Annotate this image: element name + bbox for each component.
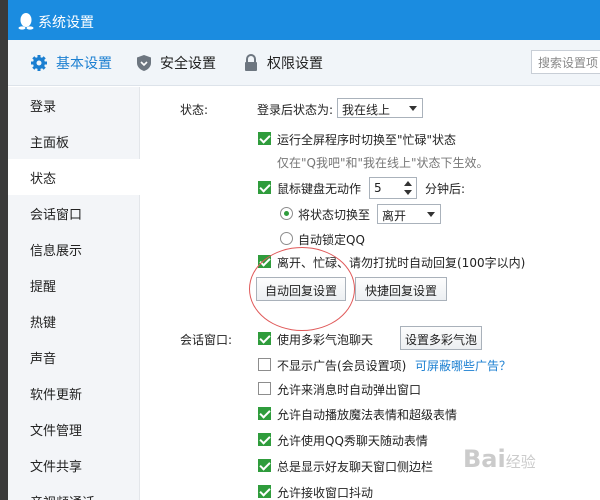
bubble-label: 使用多彩气泡聊天 bbox=[277, 333, 374, 347]
sidebar-always-label: 总是显示好友聊天窗口侧边栏 bbox=[277, 460, 434, 474]
stepper-up-icon[interactable] bbox=[404, 181, 412, 186]
sidebar-item-file-management[interactable]: 文件管理 bbox=[8, 411, 140, 447]
tab-label: 安全设置 bbox=[160, 56, 216, 72]
sidebar-item-login[interactable]: 登录 bbox=[8, 87, 140, 123]
watermark-brand: Bai bbox=[463, 445, 506, 473]
title-bar: 系统设置 bbox=[8, 0, 600, 40]
idle-minutes-stepper[interactable]: 5 bbox=[369, 177, 417, 199]
shake-checkbox[interactable] bbox=[258, 485, 271, 498]
no-ads-label: 不显示广告(会员设置项) bbox=[277, 359, 407, 373]
watermark-suffix: 经验 bbox=[505, 453, 536, 471]
tab-bar: 基本设置 安全设置 权限设置 搜索设置项 bbox=[8, 40, 600, 86]
sidebar-item-reminders[interactable]: 提醒 bbox=[8, 267, 140, 303]
ads-link[interactable]: 可屏蔽哪些广告？ bbox=[415, 357, 511, 374]
shield-icon bbox=[137, 55, 151, 71]
gear-icon bbox=[31, 55, 47, 71]
chevron-down-icon bbox=[427, 212, 435, 217]
window-title: 系统设置 bbox=[38, 15, 94, 31]
chat-section-label: 会话窗口: bbox=[180, 333, 233, 347]
qq-show-checkbox[interactable] bbox=[258, 433, 271, 446]
fullscreen-busy-checkbox[interactable] bbox=[258, 132, 271, 145]
status-section-label: 状态: bbox=[180, 103, 209, 117]
idle-minutes-suffix: 分钟后: bbox=[425, 182, 466, 196]
magic-emoji-label: 允许自动播放魔法表情和超级表情 bbox=[277, 408, 458, 422]
login-status-select[interactable]: 我在线上 bbox=[337, 98, 423, 118]
switch-status-label: 将状态切换至 bbox=[298, 208, 371, 222]
highlight-ring bbox=[249, 247, 355, 331]
sidebar-item-chat-window[interactable]: 会话窗口 bbox=[8, 195, 140, 231]
sidebar-item-status[interactable]: 状态 bbox=[8, 159, 140, 195]
auto-lock-radio[interactable] bbox=[280, 232, 293, 245]
switch-status-radio[interactable] bbox=[280, 207, 293, 220]
magic-emoji-checkbox[interactable] bbox=[258, 407, 271, 420]
idle-label: 鼠标键盘无动作 bbox=[277, 182, 362, 196]
chevron-down-icon bbox=[409, 106, 417, 111]
lock-icon bbox=[245, 54, 257, 71]
settings-window: 系统设置 基本设置 安全设置 权限设置 搜索设置项 登录 主面板 状态 会话窗口… bbox=[8, 0, 600, 500]
bubble-settings-button[interactable]: 设置多彩气泡 bbox=[400, 326, 482, 350]
shake-label: 允许接收窗口抖动 bbox=[277, 486, 374, 500]
tab-label: 基本设置 bbox=[56, 56, 112, 72]
sidebar: 登录 主面板 状态 会话窗口 信息展示 提醒 热键 声音 软件更新 文件管理 文… bbox=[8, 87, 140, 500]
tab-label: 权限设置 bbox=[267, 56, 323, 72]
popup-window-checkbox[interactable] bbox=[258, 382, 271, 395]
sidebar-item-sound[interactable]: 声音 bbox=[8, 339, 140, 375]
sidebar-always-checkbox[interactable] bbox=[258, 459, 271, 472]
stepper-down-icon[interactable] bbox=[404, 190, 412, 195]
login-status-value: 我在线上 bbox=[342, 103, 391, 117]
auto-lock-label: 自动锁定QQ bbox=[298, 233, 365, 247]
idle-minutes-value: 5 bbox=[374, 181, 382, 195]
sidebar-item-info-display[interactable]: 信息展示 bbox=[8, 231, 140, 267]
idle-checkbox[interactable] bbox=[258, 181, 271, 194]
sidebar-item-av-call[interactable]: 音视频通话 bbox=[8, 483, 140, 500]
switch-status-value: 离开 bbox=[382, 209, 407, 223]
tab-security-settings[interactable]: 安全设置 bbox=[136, 40, 216, 86]
search-input[interactable]: 搜索设置项 bbox=[531, 50, 600, 74]
fullscreen-busy-hint: 仅在"Q我吧"和"我在线上"状态下生效。 bbox=[277, 156, 489, 170]
qq-show-label: 允许使用QQ秀聊天随动表情 bbox=[277, 434, 428, 448]
popup-window-label: 允许来消息时自动弹出窗口 bbox=[277, 383, 422, 397]
sidebar-item-main-panel[interactable]: 主面板 bbox=[8, 123, 140, 159]
baidu-watermark: Bai经验 bbox=[463, 445, 536, 473]
tab-basic-settings[interactable]: 基本设置 bbox=[30, 40, 112, 86]
bubble-checkbox[interactable] bbox=[258, 332, 271, 345]
sidebar-item-file-sharing[interactable]: 文件共享 bbox=[8, 447, 140, 483]
fullscreen-busy-label: 运行全屏程序时切换至"忙碌"状态 bbox=[277, 133, 457, 147]
login-status-label: 登录后状态为: bbox=[257, 103, 334, 117]
settings-content: 状态: 登录后状态为: 我在线上 运行全屏程序时切换至"忙碌"状态 仅在"Q我吧… bbox=[141, 87, 600, 500]
no-ads-checkbox[interactable] bbox=[258, 358, 271, 371]
sidebar-item-hotkeys[interactable]: 热键 bbox=[8, 303, 140, 339]
switch-status-select[interactable]: 离开 bbox=[377, 204, 441, 224]
qq-penguin-icon bbox=[18, 13, 34, 30]
tab-permission-settings[interactable]: 权限设置 bbox=[243, 40, 323, 86]
quick-reply-settings-button[interactable]: 快捷回复设置 bbox=[355, 277, 447, 301]
sidebar-item-software-update[interactable]: 软件更新 bbox=[8, 375, 140, 411]
